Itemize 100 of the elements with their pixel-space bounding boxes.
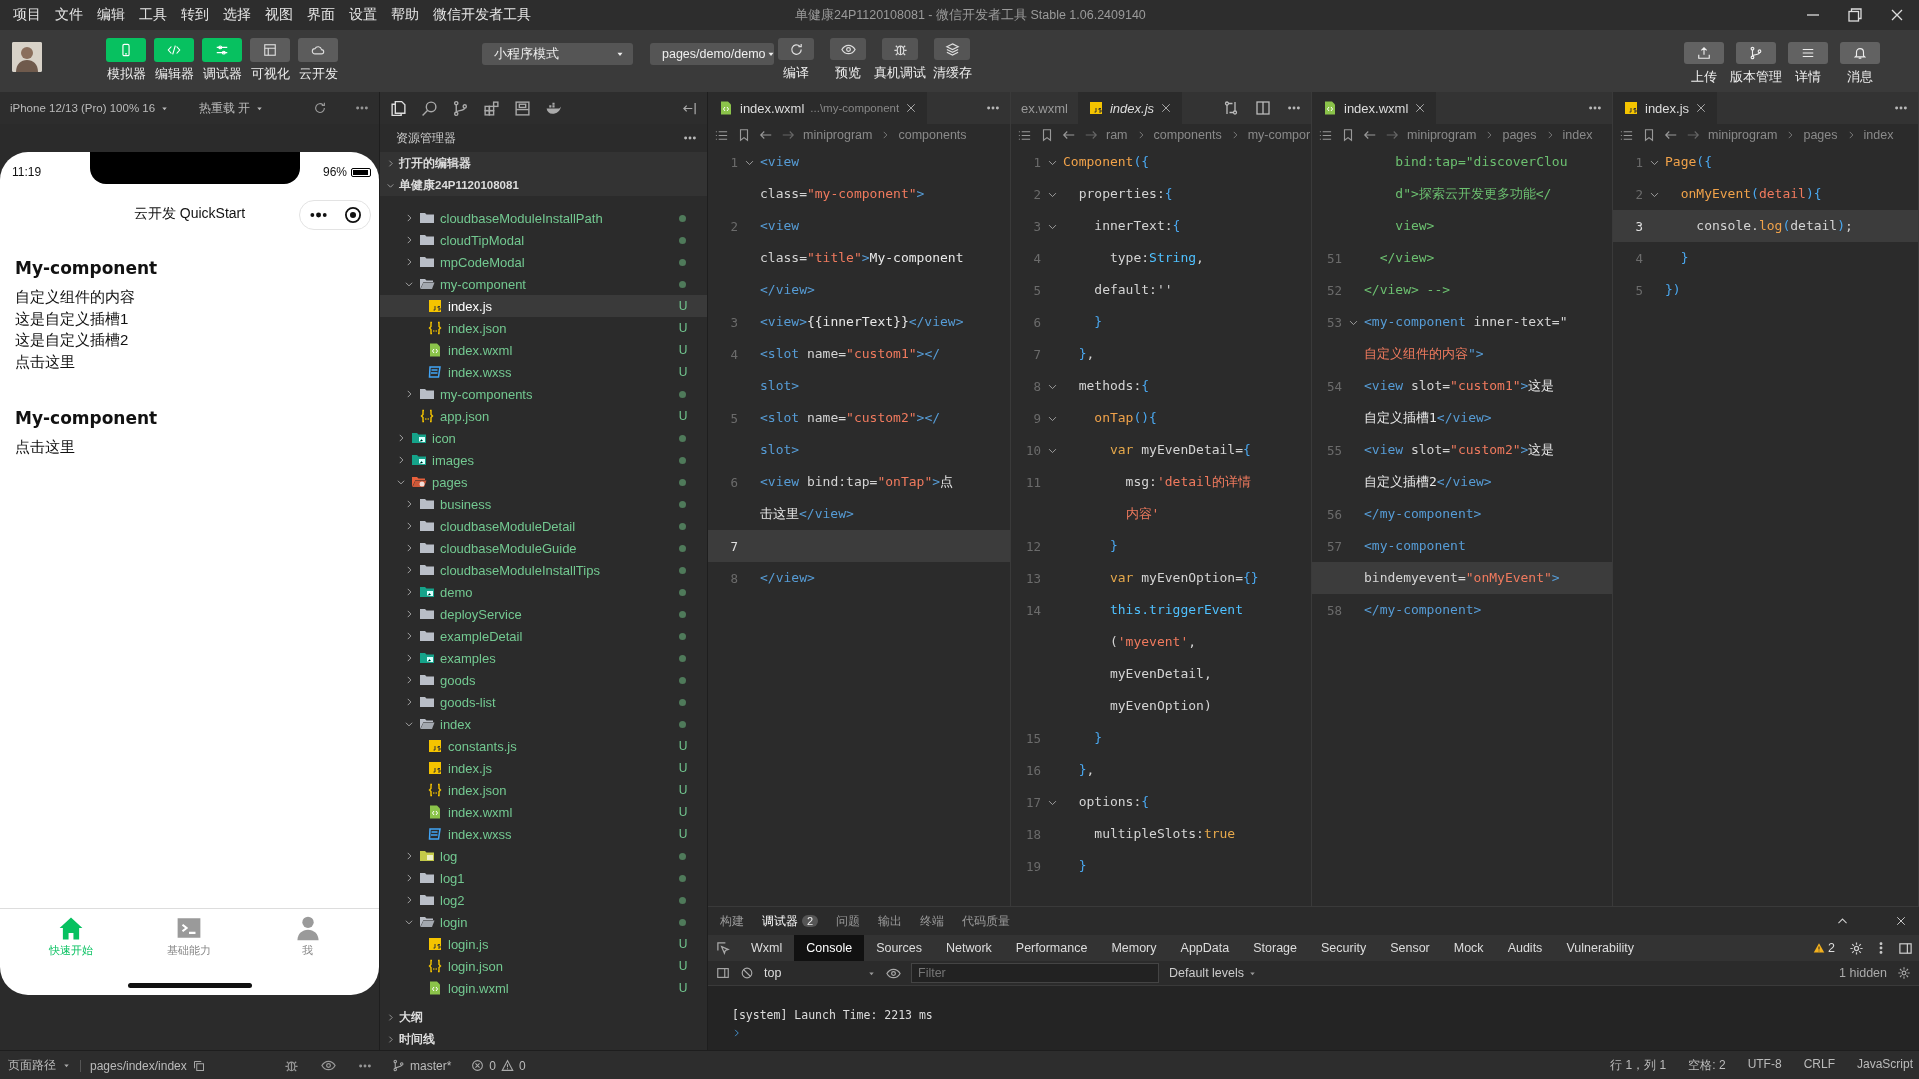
close-icon[interactable] xyxy=(1160,102,1173,114)
bug-button[interactable] xyxy=(882,38,918,60)
folder-row[interactable]: login xyxy=(380,911,707,933)
compare-icon[interactable] xyxy=(1223,100,1239,116)
folder-row[interactable]: examples xyxy=(380,647,707,669)
hot-reload-toggle[interactable]: 热重载 开 xyxy=(199,100,251,116)
devtools-tab[interactable]: Performance xyxy=(1003,935,1100,961)
devtools-tab[interactable]: Sensor xyxy=(1378,935,1442,961)
settings-icon[interactable] xyxy=(1849,940,1864,956)
panel-tab[interactable]: 终端 xyxy=(920,912,945,930)
devtools-tab[interactable]: Audits xyxy=(1495,935,1555,961)
layers-button[interactable] xyxy=(934,38,970,60)
panel-tab[interactable]: 问题 xyxy=(836,912,861,930)
menu-item[interactable]: 设置 xyxy=(342,6,384,24)
sliders-toggle-button[interactable] xyxy=(202,38,242,62)
bookmark-icon[interactable] xyxy=(1341,128,1355,142)
folder-row[interactable]: log1 xyxy=(380,867,707,889)
file-row[interactable]: index.json U xyxy=(380,779,707,801)
file-row[interactable]: index.wxml U xyxy=(380,801,707,823)
dock-icon[interactable] xyxy=(1898,940,1913,956)
breadcrumb-item[interactable]: ram xyxy=(1106,128,1128,142)
bell-button[interactable] xyxy=(1840,42,1880,64)
close-icon[interactable] xyxy=(1889,7,1905,23)
devtools-tab[interactable]: AppData xyxy=(1168,935,1242,961)
avatar[interactable] xyxy=(12,42,42,72)
menu-item[interactable]: 文件 xyxy=(48,6,90,24)
folder-row[interactable]: log2 xyxy=(380,889,707,911)
status-item[interactable]: 空格: 2 xyxy=(1688,1057,1726,1074)
breadcrumb-item[interactable]: pages xyxy=(1502,128,1537,142)
file-row[interactable]: login.wxml U xyxy=(380,977,707,999)
breadcrumb-item[interactable]: pages xyxy=(1803,128,1838,142)
folder-row[interactable]: goods xyxy=(380,669,707,691)
file-row[interactable]: index.wxss U xyxy=(380,361,707,383)
file-row[interactable]: constants.js U xyxy=(380,735,707,757)
file-row[interactable]: index.wxss U xyxy=(380,823,707,845)
breadcrumb-item[interactable]: miniprogram xyxy=(1708,128,1778,142)
menu-item[interactable]: 工具 xyxy=(132,6,174,24)
devtools-tab[interactable]: Console xyxy=(794,935,865,961)
file-row[interactable]: index.json U xyxy=(380,317,707,339)
filter-field[interactable]: Filter xyxy=(911,963,1159,983)
status-item[interactable]: 行 1，列 1 xyxy=(1610,1057,1667,1074)
bookmark-icon[interactable] xyxy=(1040,128,1054,142)
extensions-icon[interactable] xyxy=(483,99,500,117)
error-count[interactable]: 0 xyxy=(489,1058,497,1073)
panel-tab[interactable]: 代码质量 xyxy=(962,912,1011,930)
file-row[interactable]: index.js U xyxy=(380,757,707,779)
breadcrumb-item[interactable]: my-compor xyxy=(1247,128,1311,142)
collapse-icon[interactable] xyxy=(682,100,697,116)
breadcrumb-item[interactable]: index xyxy=(1863,128,1894,142)
file-row[interactable]: index.js U xyxy=(380,295,707,317)
devtools-tab[interactable]: Network xyxy=(934,935,1004,961)
folder-row[interactable]: cloudTipModal xyxy=(380,229,707,251)
menu-item[interactable]: 项目 xyxy=(6,6,48,24)
back-icon[interactable] xyxy=(759,128,773,142)
close-icon[interactable] xyxy=(1895,915,1907,927)
menu-item[interactable]: 帮助 xyxy=(384,6,426,24)
refresh-icon[interactable] xyxy=(313,101,327,115)
close-icon[interactable] xyxy=(1414,102,1427,114)
bookmark-icon[interactable] xyxy=(737,128,751,142)
breadcrumb-item[interactable]: index xyxy=(1562,128,1593,142)
cloud-toggle-button[interactable] xyxy=(298,38,338,62)
eye-icon[interactable] xyxy=(321,1058,336,1073)
devtools-tab[interactable]: Sources xyxy=(864,935,934,961)
menu-item[interactable]: 转到 xyxy=(174,6,216,24)
folder-row[interactable]: pages xyxy=(380,471,707,493)
devtools-tab[interactable]: Storage xyxy=(1241,935,1309,961)
devtools-tab[interactable]: Wxml xyxy=(739,935,795,961)
split-editor-icon[interactable] xyxy=(1255,100,1271,116)
phone-toggle-button[interactable] xyxy=(106,38,146,62)
folder-row[interactable]: exampleDetail xyxy=(380,625,707,647)
search-icon[interactable] xyxy=(421,99,438,117)
folder-row[interactable]: icon xyxy=(380,427,707,449)
device-selector[interactable]: iPhone 12/13 (Pro) 100% 16 xyxy=(10,102,156,114)
folder-row[interactable]: my-components xyxy=(380,383,707,405)
eye-button[interactable] xyxy=(830,38,866,60)
levels-dropdown[interactable]: Default levels xyxy=(1169,966,1258,980)
mode-dropdown[interactable]: 小程序模式 xyxy=(482,43,633,65)
status-item[interactable]: UTF-8 xyxy=(1747,1057,1782,1074)
warning-count[interactable]: 0 xyxy=(519,1058,526,1073)
branch-name[interactable]: master* xyxy=(410,1058,452,1073)
folder-row[interactable]: goods-list xyxy=(380,691,707,713)
panel-tab[interactable]: 调试器 2 xyxy=(762,912,819,930)
back-icon[interactable] xyxy=(1664,128,1678,142)
warning-count[interactable]: 2 xyxy=(1813,941,1835,955)
restore-icon[interactable] xyxy=(1847,7,1863,23)
folder-row[interactable]: index xyxy=(380,713,707,735)
file-row[interactable]: index.wxml U xyxy=(380,339,707,361)
menu-item[interactable]: 选择 xyxy=(216,6,258,24)
breadcrumb-item[interactable]: miniprogram xyxy=(1407,128,1477,142)
menu-button[interactable] xyxy=(1788,42,1828,64)
branch-icon[interactable] xyxy=(452,99,469,117)
folder-row[interactable]: cloudbaseModuleInstallTips xyxy=(380,559,707,581)
breadcrumb-item[interactable]: components xyxy=(898,128,967,142)
copy-icon[interactable] xyxy=(192,1059,205,1072)
folder-row[interactable]: mpCodeModal xyxy=(380,251,707,273)
editor-tab[interactable]: ex.wxml xyxy=(1011,92,1078,124)
status-item[interactable]: CRLF xyxy=(1803,1057,1835,1074)
tabbar-item[interactable]: 我 xyxy=(272,909,343,975)
settings-icon[interactable] xyxy=(1897,966,1911,980)
folder-row[interactable]: log xyxy=(380,845,707,867)
